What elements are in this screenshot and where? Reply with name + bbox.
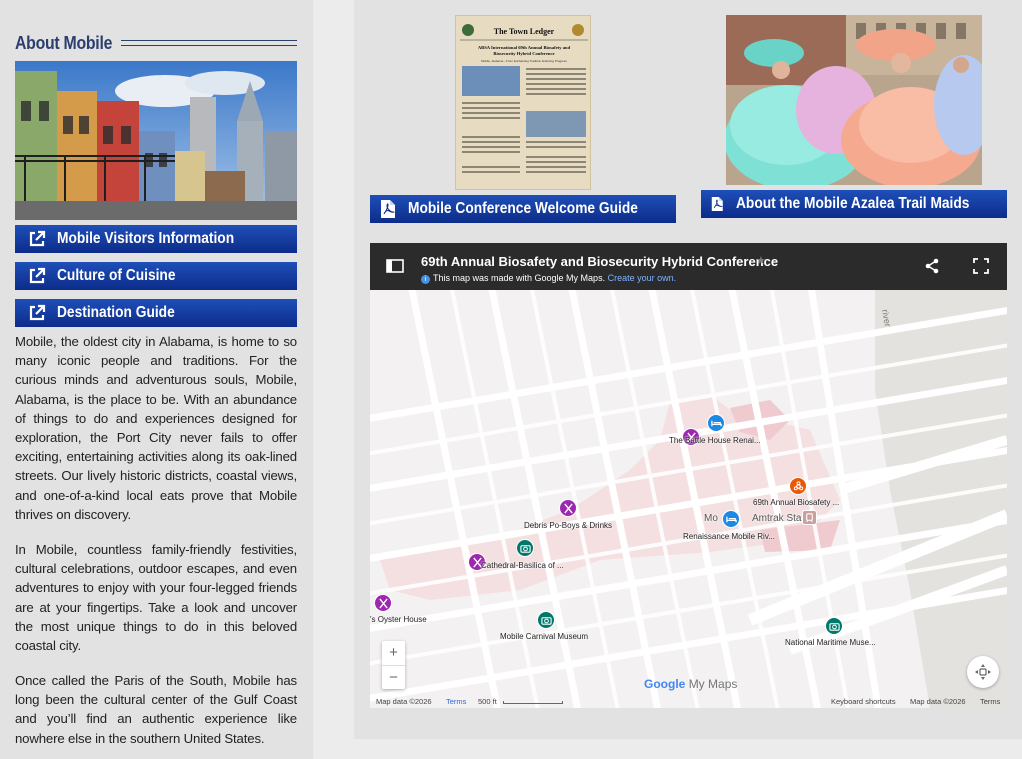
bed-icon — [725, 516, 737, 522]
camera-icon — [828, 622, 840, 631]
place-label: Debris Po-Boys & Drinks — [524, 521, 613, 530]
made-with-text: This map was made with Google My Maps. — [433, 273, 606, 283]
terms-link-right[interactable]: Terms — [980, 697, 1000, 706]
conference-map[interactable]: river 69th Annual Biosafety and Biosecur… — [370, 243, 1007, 708]
place-label: Mobile Carnival Museum — [500, 632, 589, 641]
newspaper-masthead: The Town Ledger — [494, 27, 555, 36]
share-icon[interactable] — [923, 257, 941, 275]
fork-knife-icon — [378, 597, 388, 609]
external-link-icon — [29, 304, 46, 321]
zoom-out-button[interactable]: − — [382, 666, 405, 690]
create-your-own-link[interactable]: Create your own. — [608, 273, 677, 283]
culture-cuisine-label: Culture of Cuisine — [57, 267, 176, 284]
zoom-in-button[interactable]: + — [382, 641, 405, 665]
camera-icon — [519, 544, 531, 553]
map-canvas[interactable]: river — [370, 290, 1007, 708]
about-title: About Mobile — [15, 32, 113, 53]
museum-pin-carnival[interactable] — [537, 611, 555, 629]
recenter-button[interactable] — [967, 656, 999, 688]
external-link-icon — [29, 267, 46, 284]
google-my-maps-logo: Google My Maps — [644, 677, 737, 691]
biohazard-icon — [793, 480, 803, 490]
place-label: 's Oyster House — [370, 615, 427, 624]
festivities-paragraph: In Mobile, countless family-friendly fes… — [15, 542, 297, 654]
hotel-pin-battle-house[interactable] — [707, 414, 725, 432]
restaurant-pin-oyster-house[interactable] — [374, 594, 392, 612]
fork-knife-icon — [563, 502, 573, 514]
restaurant-pin-debris[interactable] — [559, 499, 577, 517]
bed-icon — [710, 420, 722, 426]
map-header: 69th Annual Biosafety and Biosecurity Hy… — [370, 243, 1007, 290]
place-label: Mo — [704, 513, 718, 524]
place-label: Renaissance Mobile Riv... — [683, 532, 775, 541]
svg-text:ABSA International 69th Annual: ABSA International 69th Annual Biosafety… — [478, 45, 571, 50]
intro-paragraph: Mobile, the oldest city in Alabama, is h… — [15, 334, 297, 522]
map-data-left: Map data ©2026 — [376, 697, 432, 706]
scale-bar — [503, 701, 563, 704]
train-station-icon[interactable] — [802, 510, 817, 525]
destination-guide-label: Destination Guide — [57, 304, 175, 321]
place-label: The Battle House Renai... — [669, 436, 761, 445]
map-data-right: Map data ©2026 — [910, 697, 966, 706]
crosshair-icon — [975, 664, 991, 680]
map-title: 69th Annual Biosafety and Biosecurity Hy… — [421, 254, 779, 269]
mobile-city-photo — [15, 61, 297, 220]
terms-link-left[interactable]: Terms — [446, 697, 466, 706]
welcome-guide-label: Mobile Conference Welcome Guide — [408, 200, 638, 217]
culture-cuisine-button[interactable]: Culture of Cuisine — [15, 262, 297, 290]
azalea-trail-maids-photo[interactable] — [726, 15, 982, 185]
svg-text:Biosecurity Hybrid Conference: Biosecurity Hybrid Conference — [493, 51, 554, 56]
venue-pin-conference[interactable] — [789, 477, 807, 495]
keyboard-shortcuts-link[interactable]: Keyboard shortcuts — [831, 697, 896, 706]
my-maps-wordmark: My Maps — [688, 677, 738, 691]
pdf-file-icon — [711, 196, 723, 212]
google-wordmark: Google — [644, 677, 686, 691]
place-label: Amtrak Sta — [752, 513, 802, 524]
newspaper-subhead: Mobile, Alabama - From Enchanting Tradit… — [481, 59, 567, 63]
star-icon[interactable]: ★ — [756, 254, 766, 267]
place-label: 69th Annual Biosafety ... — [753, 498, 840, 507]
heading-rule — [121, 40, 297, 46]
map-made-with: i This map was made with Google My Maps. … — [421, 273, 676, 284]
scale-label: 500 ft — [478, 697, 497, 706]
museum-pin-maritime[interactable] — [825, 617, 843, 635]
zoom-control: + − — [382, 641, 405, 689]
paris-paragraph: Once called the Paris of the South, Mobi… — [15, 673, 297, 746]
sidebar: About Mobile Mobile Visitors Information… — [0, 0, 313, 759]
landmark-pin-cathedral[interactable] — [516, 539, 534, 557]
visitors-info-label: Mobile Visitors Information — [57, 230, 235, 247]
azalea-trail-maids-label: About the Mobile Azalea Trail Maids — [735, 195, 969, 212]
visitors-info-button[interactable]: Mobile Visitors Information — [15, 225, 297, 253]
external-link-icon — [29, 230, 46, 247]
welcome-guide-button[interactable]: Mobile Conference Welcome Guide — [370, 195, 676, 223]
pdf-file-icon — [381, 200, 395, 218]
train-icon — [806, 513, 813, 523]
map-legend-toggle-icon[interactable] — [386, 257, 404, 275]
place-label: Cathedral-Basilica of ... — [481, 561, 564, 570]
newspaper-thumbnail[interactable]: The Town Ledger ABSA International 69th … — [455, 15, 591, 190]
camera-icon — [540, 616, 552, 625]
map-footer: Map data ©2026 Terms 500 ft Keyboard sho… — [370, 695, 1007, 708]
place-label: National Maritime Muse... — [785, 638, 876, 647]
fullscreen-icon[interactable] — [972, 257, 990, 275]
info-icon: i — [421, 275, 430, 284]
destination-guide-button[interactable]: Destination Guide — [15, 299, 297, 327]
hotel-pin-renaissance[interactable] — [722, 510, 740, 528]
azalea-trail-maids-button[interactable]: About the Mobile Azalea Trail Maids — [701, 190, 1007, 218]
about-heading: About Mobile — [15, 33, 297, 53]
